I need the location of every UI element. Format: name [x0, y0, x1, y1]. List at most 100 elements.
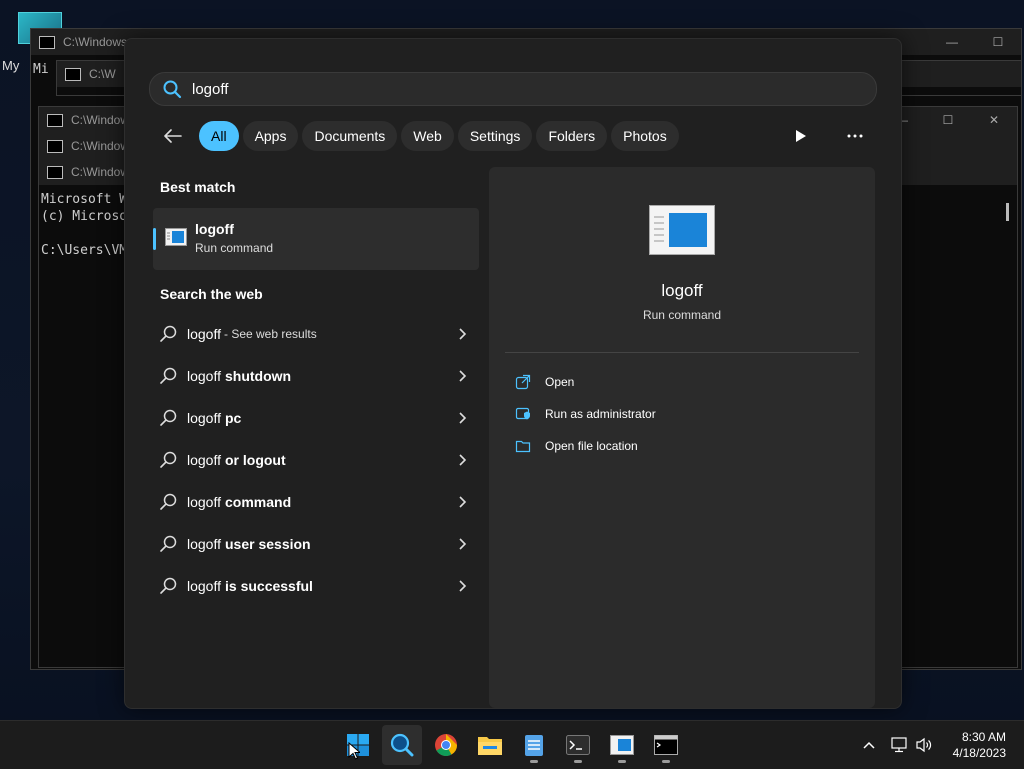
run-command-icon	[165, 228, 187, 246]
web-result-query: logoff	[187, 368, 221, 384]
clock-time: 8:30 AM	[961, 730, 1006, 744]
web-result-item[interactable]: logoff command	[159, 484, 469, 520]
terminal-icon	[566, 735, 590, 755]
more-filters-button[interactable]	[785, 121, 817, 151]
chevron-right-icon	[459, 496, 467, 508]
search-flyout: All Apps Documents Web Settings Folders …	[124, 38, 902, 709]
clock[interactable]: 8:30 AM 4/18/2023	[953, 729, 1006, 761]
cmd-window-title: C:\Windows	[63, 35, 128, 49]
web-result-suggestion: is successful	[225, 578, 313, 594]
filter-bar: All Apps Documents Web Settings Folders …	[159, 121, 679, 151]
web-heading: Search the web	[160, 286, 263, 302]
taskbar-file-explorer[interactable]	[470, 725, 510, 765]
web-result-suggestion: or logout	[225, 452, 286, 468]
chevron-right-icon	[459, 538, 467, 550]
search-input[interactable]	[190, 79, 794, 99]
taskbar-chrome[interactable]	[426, 725, 466, 765]
minimize-icon[interactable]: —	[929, 35, 975, 49]
notepad-icon	[525, 735, 543, 756]
admin-shield-icon	[515, 407, 530, 420]
speaker-icon	[916, 737, 932, 753]
desktop-icon-label: My	[2, 58, 20, 73]
cmd-window-title: C:\W	[89, 67, 116, 81]
run-command-icon	[610, 735, 634, 755]
back-arrow-icon	[164, 129, 182, 143]
filter-apps[interactable]: Apps	[242, 121, 299, 151]
cmd-icon	[39, 35, 55, 49]
web-result-item[interactable]: logoff pc	[159, 400, 469, 436]
filter-photos[interactable]: Photos	[611, 121, 679, 151]
preview-type: Run command	[642, 308, 722, 322]
filter-folders[interactable]: Folders	[536, 121, 608, 151]
ellipsis-icon	[847, 134, 863, 138]
web-result-item[interactable]: logoff user session	[159, 526, 469, 562]
selection-indicator	[153, 228, 156, 250]
web-result-suggestion: command	[225, 494, 292, 510]
filter-settings[interactable]: Settings	[457, 121, 533, 151]
web-result-suggestion: user session	[225, 536, 311, 552]
running-indicator	[662, 760, 670, 763]
web-result-query: logoff	[187, 410, 221, 426]
running-indicator	[618, 760, 626, 763]
chevron-right-icon	[459, 328, 467, 340]
folder-icon	[478, 737, 502, 755]
web-result-item[interactable]: logoff or logout	[159, 442, 469, 478]
maximize-icon[interactable]: ☐	[925, 113, 971, 127]
more-options-button[interactable]	[839, 121, 871, 151]
taskbar-cmd[interactable]	[646, 725, 686, 765]
web-result-item[interactable]: logoff - See web results	[159, 316, 469, 352]
web-result-query: logoff	[187, 452, 221, 468]
web-result-suggestion: pc	[225, 410, 242, 426]
volume-button[interactable]	[912, 737, 936, 753]
folder-icon	[515, 440, 531, 453]
chevron-right-icon	[459, 370, 467, 382]
open-file-location-label: Open file location	[545, 439, 638, 453]
divider	[505, 352, 859, 353]
cmd-icon	[654, 735, 678, 755]
search-box[interactable]	[149, 72, 877, 106]
filter-extra	[785, 121, 871, 151]
taskbar-notepad[interactable]	[514, 725, 554, 765]
web-result-item[interactable]: logoff shutdown	[159, 358, 469, 394]
window-controls: — ☐	[929, 29, 1021, 55]
filter-web[interactable]: Web	[401, 121, 454, 151]
cmd-icon	[65, 67, 81, 81]
run-as-admin-action[interactable]: Run as administrator	[515, 403, 656, 425]
taskbar-run-app[interactable]	[602, 725, 642, 765]
running-indicator	[530, 760, 538, 763]
search-icon	[160, 451, 177, 468]
web-result-suggestion: shutdown	[225, 368, 292, 384]
open-file-location-action[interactable]: Open file location	[515, 435, 638, 457]
chevron-right-icon	[459, 412, 467, 424]
open-label: Open	[545, 375, 575, 389]
back-button[interactable]	[159, 122, 187, 150]
show-hidden-icons-button[interactable]	[856, 741, 882, 749]
mouse-cursor-icon	[348, 742, 360, 760]
best-match-type: Run command	[195, 241, 274, 255]
open-action[interactable]: Open	[515, 371, 574, 393]
close-icon[interactable]: ✕	[971, 113, 1017, 127]
cmd-icon	[47, 139, 63, 153]
network-button[interactable]	[888, 737, 912, 753]
search-icon	[160, 493, 177, 510]
web-result-query: logoff	[187, 326, 221, 342]
run-as-admin-label: Run as administrator	[545, 407, 656, 421]
taskbar-search-button[interactable]	[382, 725, 422, 765]
best-match-item[interactable]: logoff Run command	[153, 208, 479, 270]
chrome-icon	[435, 734, 457, 756]
web-result-item[interactable]: logoff is successful	[159, 568, 469, 604]
maximize-icon[interactable]: ☐	[975, 35, 1021, 49]
taskbar-terminal[interactable]	[558, 725, 598, 765]
filter-all[interactable]: All	[199, 121, 239, 151]
search-icon	[160, 577, 177, 594]
filter-documents[interactable]: Documents	[302, 121, 398, 151]
search-icon	[160, 325, 177, 342]
web-result-query: logoff	[187, 578, 221, 594]
running-indicator	[574, 760, 582, 763]
scrollbar-thumb[interactable]	[1006, 203, 1009, 221]
system-tray	[856, 721, 936, 769]
preview-title: logoff	[661, 281, 703, 300]
search-icon	[160, 367, 177, 384]
preview-pane: logoff Run command Open Run as administr…	[489, 167, 875, 708]
cmd-icon	[47, 113, 63, 127]
